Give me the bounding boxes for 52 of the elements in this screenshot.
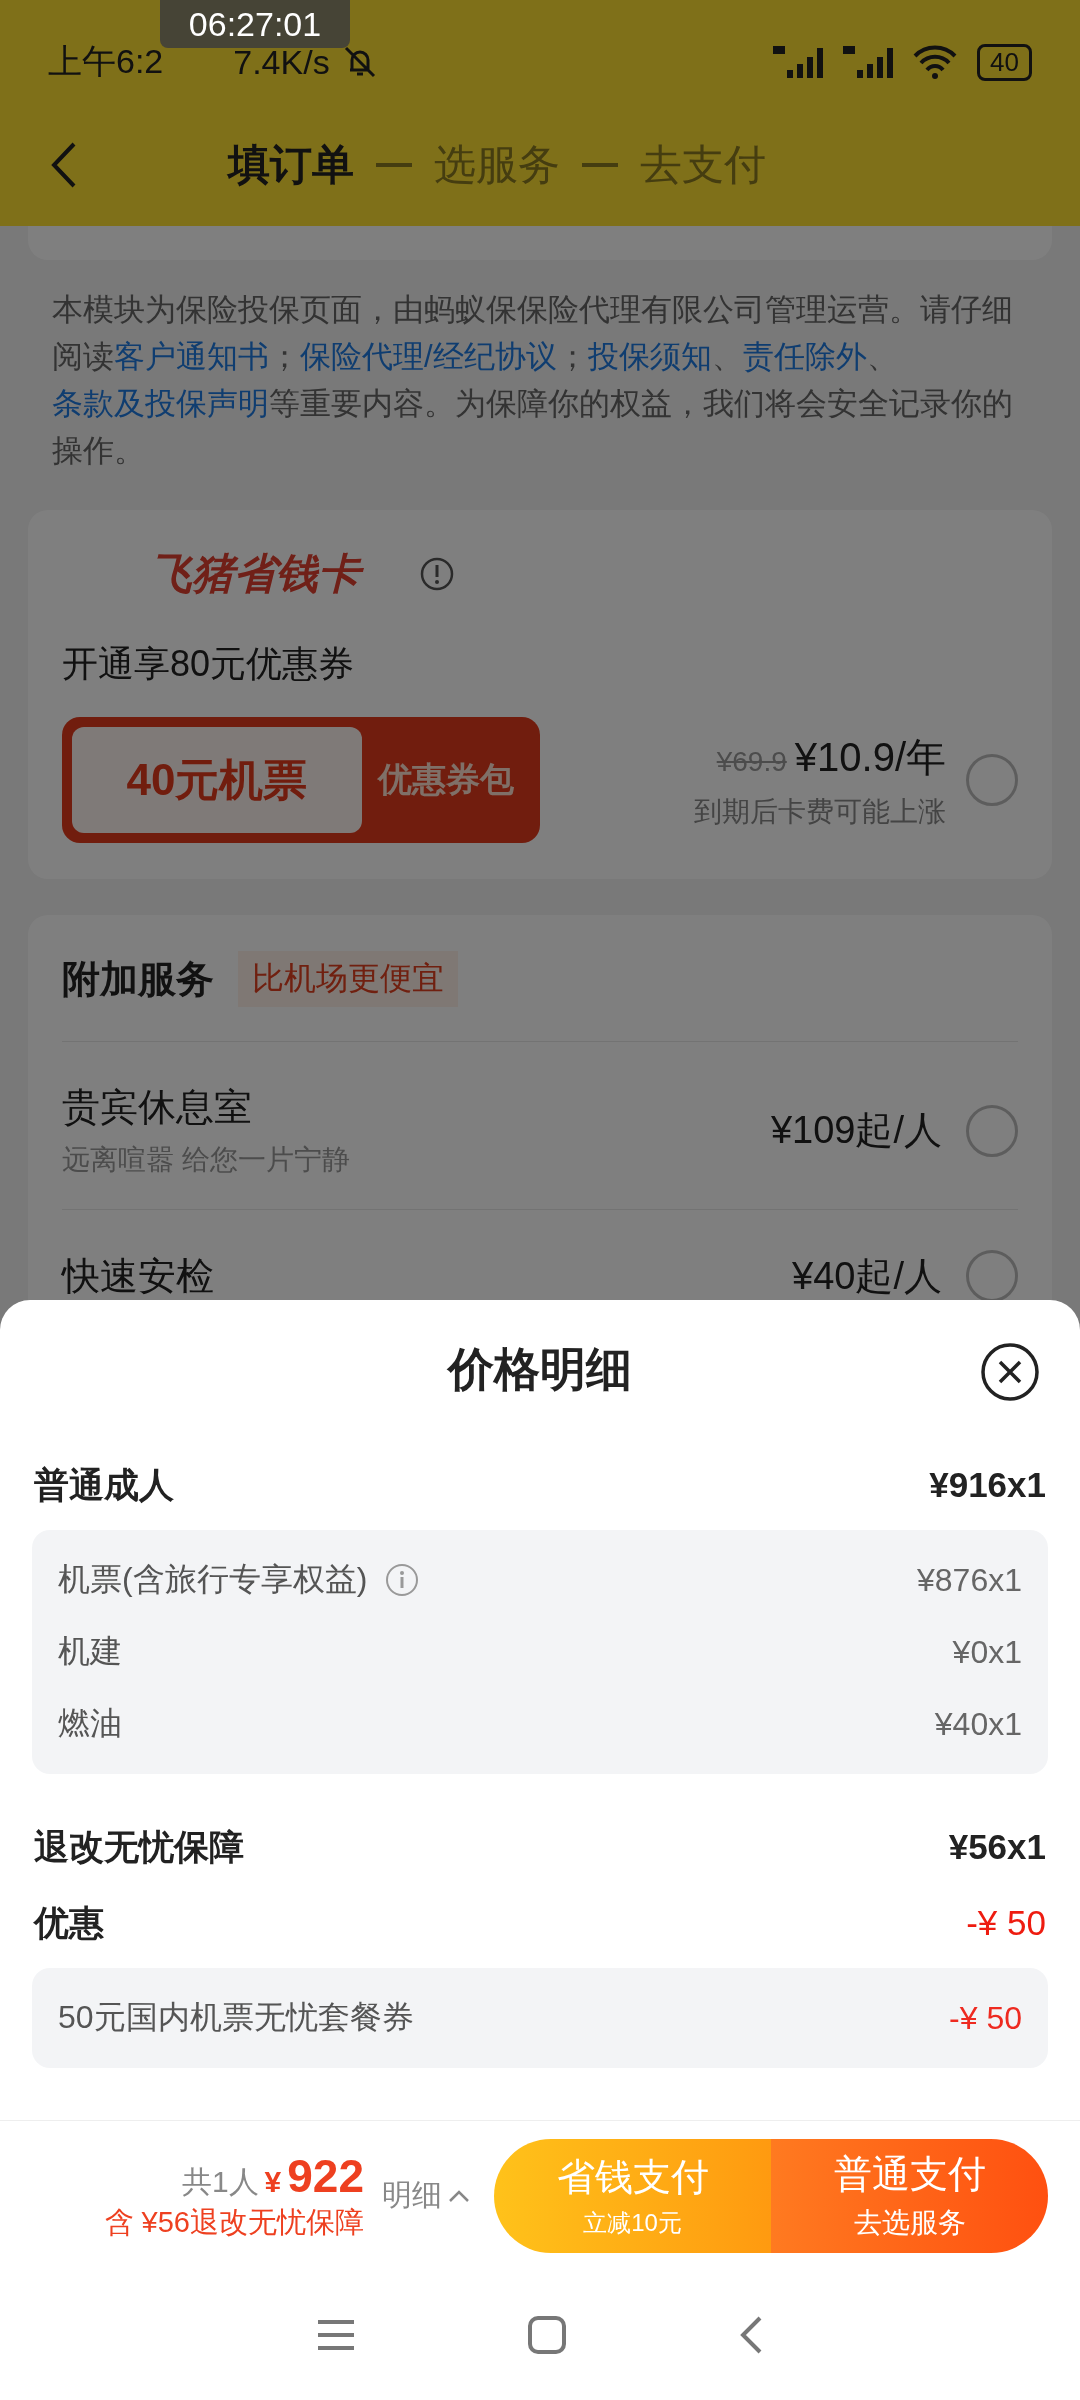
item-amount: -¥ 50 (966, 1903, 1046, 1943)
document-link[interactable]: 责任除外 (742, 339, 867, 374)
menu-icon[interactable] (315, 2318, 356, 2352)
passenger-count: 共1人 (181, 2163, 259, 2200)
home-icon[interactable] (527, 2315, 567, 2355)
battery-indicator: 40 (977, 43, 1032, 81)
radio-button[interactable] (966, 1104, 1018, 1157)
section-title: 附加服务 (62, 956, 214, 1002)
details-toggle[interactable]: 明细 (382, 2175, 470, 2216)
detail-label: 燃油 (58, 1704, 122, 1743)
document-link[interactable]: 保险代理/经纪协议 (300, 339, 557, 374)
detail-amount: ¥40x1 (934, 1705, 1022, 1743)
service-price: ¥109起/人 (770, 1108, 942, 1153)
total-price: 922 (287, 2148, 364, 2203)
info-icon[interactable] (420, 557, 454, 591)
radio-button[interactable] (966, 754, 1018, 806)
detail-label: 机票(含旅行专享权益) (58, 1560, 368, 1599)
step-label: 填订单 (228, 140, 354, 190)
caret-icon (448, 2188, 470, 2203)
step-label: 去支付 (640, 140, 766, 190)
recording-timer: 06:27:01 (160, 0, 350, 48)
detail-amount: ¥0x1 (952, 1633, 1022, 1671)
currency-symbol: ¥ (264, 2164, 282, 2199)
service-name: 贵宾休息室 (62, 1085, 253, 1130)
sheet-title: 价格明细 (448, 1342, 632, 1397)
total-note: 含 ¥56退改无忧保障 (104, 2204, 364, 2240)
item-label: 普通成人 (34, 1463, 174, 1506)
document-link[interactable]: 客户通知书 (114, 339, 269, 374)
pay-button[interactable]: 省钱支付 立减10元 (494, 2138, 771, 2253)
detail-amount: ¥876x1 (917, 1561, 1022, 1599)
info-icon[interactable] (385, 1563, 420, 1597)
card-price: ¥10.9/年 (794, 733, 946, 781)
item-label: 优惠 (34, 1901, 104, 1944)
item-label: 退改无忧保障 (34, 1825, 244, 1868)
promo-tag: 比机场更便宜 (238, 951, 458, 1007)
item-amount: ¥56x1 (948, 1827, 1046, 1867)
card-headline: 开通享80元优惠券 (62, 642, 356, 686)
close-icon[interactable] (980, 1342, 1040, 1402)
detail-label: 机建 (58, 1632, 122, 1671)
coupon-label: 优惠券包 (376, 759, 515, 800)
service-price: ¥40起/人 (792, 1253, 942, 1299)
insurance-notice: 本模块为保险投保页面，由蚂蚁保保险代理有限公司管理运营。请仔细阅读客户通知书；保险代理/经纪协议；投保须知、责任除外、 条款及投保声明等重要内容。为保障你的权益，我们将会安全记录你的操作。 (52, 291, 1014, 470)
pay-button[interactable]: 普通支付 去选服务 (771, 2138, 1048, 2253)
price-note: 到期后卡费可能上涨 (694, 794, 946, 829)
document-link[interactable]: 投保须知 (587, 339, 712, 374)
document-link[interactable]: 条款及投保声明 (52, 386, 269, 421)
service-name: 快速安检 (62, 1253, 215, 1299)
item-amount: ¥916x1 (929, 1465, 1046, 1505)
step-label: 选服务 (434, 140, 560, 190)
detail-amount: -¥ 50 (949, 1999, 1022, 2037)
coupon-value: 40元机票 (72, 727, 362, 833)
detail-label: 50元国内机票无忧套餐券 (58, 1998, 414, 2037)
